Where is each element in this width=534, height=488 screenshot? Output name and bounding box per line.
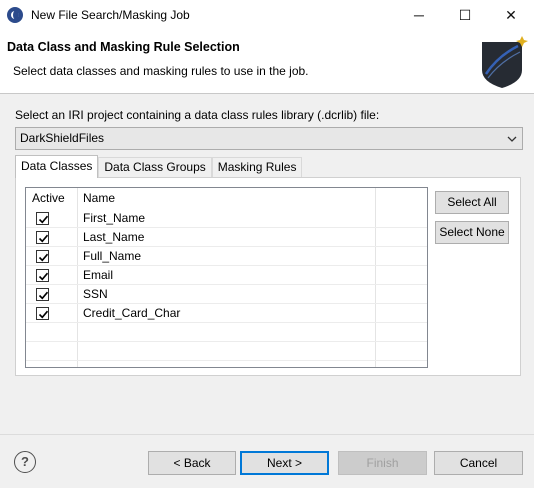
page-description: Select data classes and masking rules to… (13, 64, 309, 78)
window-title: New File Search/Masking Job (31, 8, 190, 22)
footer-separator (0, 434, 534, 435)
table-row[interactable]: First_Name (26, 209, 427, 228)
table-row-empty (26, 342, 427, 361)
minimize-button[interactable]: ─ (396, 0, 442, 30)
check-icon (38, 291, 49, 300)
maximize-button[interactable]: ☐ (442, 0, 488, 30)
data-class-name: Credit_Card_Char (83, 306, 181, 320)
table-row[interactable]: SSN (26, 285, 427, 304)
table-row[interactable]: Last_Name (26, 228, 427, 247)
table-row-empty (26, 323, 427, 342)
back-button[interactable]: < Back (148, 451, 236, 475)
data-classes-panel: Active Name First_Name Last_Name Full_Na… (15, 177, 521, 376)
column-header-active[interactable]: Active (26, 188, 65, 209)
help-icon[interactable]: ? (14, 451, 36, 473)
data-classes-table[interactable]: Active Name First_Name Last_Name Full_Na… (25, 187, 428, 368)
tab-masking-rules[interactable]: Masking Rules (211, 157, 303, 178)
project-dropdown-value: DarkShieldFiles (20, 131, 105, 145)
page-title: Data Class and Masking Rule Selection (7, 40, 240, 54)
title-bar: New File Search/Masking Job ─ ☐ ✕ (0, 0, 534, 30)
active-checkbox[interactable] (36, 307, 49, 320)
table-row[interactable]: Email (26, 266, 427, 285)
project-dropdown[interactable]: DarkShieldFiles (15, 127, 523, 150)
check-icon (38, 310, 49, 319)
tab-bar: Data Classes Data Class Groups Masking R… (15, 155, 303, 178)
active-checkbox[interactable] (36, 288, 49, 301)
eclipse-icon (7, 7, 23, 23)
active-checkbox[interactable] (36, 231, 49, 244)
table-row[interactable]: Full_Name (26, 247, 427, 266)
data-class-name: Last_Name (83, 230, 145, 244)
next-button[interactable]: Next > (240, 451, 329, 475)
active-checkbox[interactable] (36, 250, 49, 263)
cancel-button[interactable]: Cancel (434, 451, 523, 475)
wizard-header: Data Class and Masking Rule Selection Se… (0, 30, 534, 93)
chevron-down-icon[interactable] (506, 128, 518, 149)
check-icon (38, 215, 49, 224)
column-header-name[interactable]: Name (77, 188, 115, 209)
check-icon (38, 253, 49, 262)
finish-button[interactable]: Finish (338, 451, 427, 475)
check-icon (38, 234, 49, 243)
shield-logo-icon (482, 36, 528, 88)
active-checkbox[interactable] (36, 269, 49, 282)
data-class-name: Full_Name (83, 249, 142, 263)
project-label: Select an IRI project containing a data … (15, 108, 380, 122)
check-icon (38, 272, 49, 281)
header-separator (0, 93, 534, 94)
table-row[interactable]: Credit_Card_Char (26, 304, 427, 323)
select-all-button[interactable]: Select All (435, 191, 509, 214)
data-class-name: SSN (83, 287, 108, 301)
data-class-name: Email (83, 268, 114, 282)
close-button[interactable]: ✕ (488, 0, 534, 30)
tab-data-class-groups[interactable]: Data Class Groups (98, 157, 212, 178)
select-none-button[interactable]: Select None (435, 221, 509, 244)
active-checkbox[interactable] (36, 212, 49, 225)
data-class-name: First_Name (83, 211, 146, 225)
tab-data-classes[interactable]: Data Classes (15, 155, 99, 178)
